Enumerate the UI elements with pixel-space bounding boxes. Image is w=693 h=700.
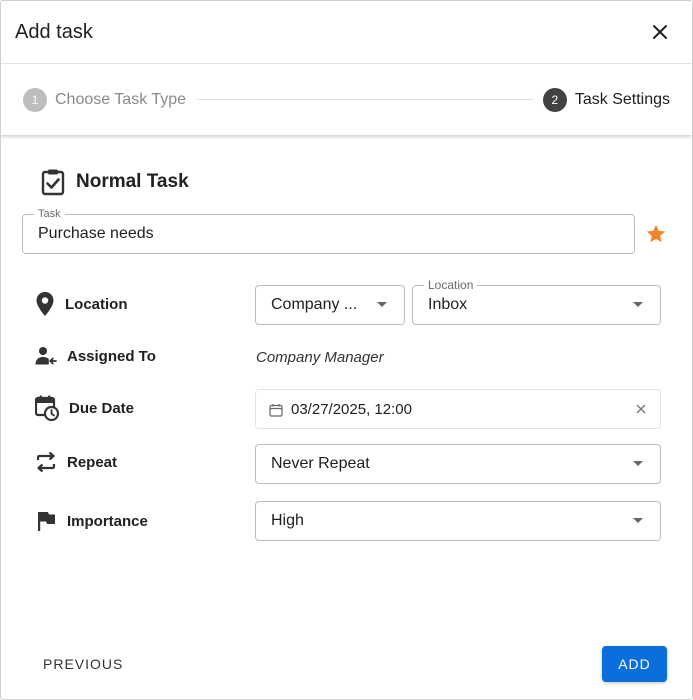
- task-type-heading: Normal Task: [40, 168, 670, 196]
- company-select-value: Company ...: [271, 296, 358, 313]
- assigned-to-label: Assigned To: [67, 347, 156, 365]
- dialog-header: Add task: [1, 1, 692, 64]
- importance-select-value: High: [271, 512, 304, 529]
- due-date-label: Due Date: [69, 399, 135, 417]
- step-label: Task Settings: [574, 90, 670, 108]
- importance-select[interactable]: High: [255, 501, 661, 541]
- location-pin-icon: [36, 292, 54, 316]
- previous-button[interactable]: PREVIOUS: [43, 656, 123, 672]
- add-button[interactable]: ADD: [602, 646, 667, 682]
- clear-icon[interactable]: [636, 404, 646, 414]
- star-icon: [646, 224, 666, 243]
- step-task-settings[interactable]: 2 Task Settings: [542, 87, 670, 112]
- task-input[interactable]: Task Purchase needs: [22, 208, 635, 254]
- importance-row-label: Importance: [35, 510, 148, 532]
- close-button[interactable]: [642, 14, 678, 50]
- step-number: 1: [23, 87, 47, 112]
- chevron-down-icon: [633, 302, 643, 307]
- location-select-value: Inbox: [428, 296, 468, 313]
- step-choose-task-type[interactable]: 1 Choose Task Type: [23, 87, 187, 112]
- dialog-content: Normal Task: [1, 168, 692, 196]
- stepper: 1 Choose Task Type 2 Task Settings: [1, 64, 692, 135]
- calendar-icon: [269, 404, 283, 417]
- location-label: Location: [65, 295, 128, 313]
- location-select[interactable]: Location Inbox: [412, 278, 661, 325]
- dialog-title: Add task: [15, 20, 93, 43]
- close-icon: [653, 25, 667, 39]
- due-date-row-label: Due Date: [35, 395, 134, 421]
- chevron-down-icon: [633, 461, 643, 466]
- due-date-input[interactable]: 03/27/2025, 12:00: [255, 389, 661, 429]
- assign-user-icon: [35, 347, 57, 365]
- repeat-icon: [36, 451, 56, 473]
- repeat-select[interactable]: Never Repeat: [255, 444, 661, 484]
- step-label: Choose Task Type: [55, 90, 187, 108]
- chevron-down-icon: [377, 302, 387, 307]
- step-number: 2: [542, 87, 567, 112]
- flag-icon: [38, 512, 55, 531]
- repeat-label: Repeat: [67, 453, 118, 471]
- assigned-to-value: Company Manager: [256, 349, 384, 366]
- calendar-clock-icon: [35, 395, 59, 421]
- location-row-label: Location: [35, 291, 128, 317]
- assigned-to-row-label: Assigned To: [35, 346, 156, 366]
- clipboard-check-icon: [41, 169, 65, 196]
- company-select[interactable]: Company ...: [255, 285, 405, 325]
- add-task-dialog: Add task 1 Choose Task Type 2 Task Setti…: [0, 0, 693, 700]
- task-field-value: Purchase needs: [38, 225, 154, 242]
- due-date-value: 03/27/2025, 12:00: [291, 401, 412, 418]
- chevron-down-icon: [633, 518, 643, 523]
- repeat-select-value: Never Repeat: [271, 455, 370, 472]
- importance-label: Importance: [67, 512, 148, 530]
- step-connector: [196, 99, 533, 100]
- task-type-name: Normal Task: [76, 171, 189, 192]
- repeat-row-label: Repeat: [35, 451, 117, 473]
